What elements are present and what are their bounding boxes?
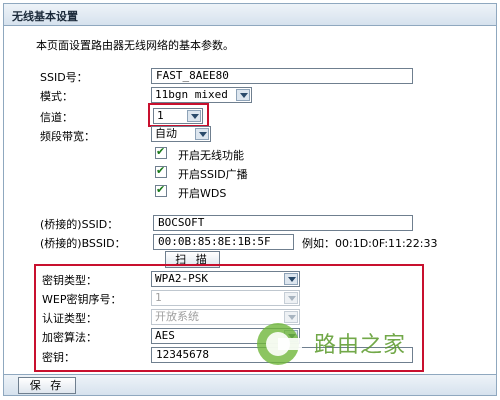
enable-wds-checkbox[interactable]: ✔ xyxy=(155,183,167,197)
mode-select-value: 11bgn mixed xyxy=(155,88,228,101)
key-type-label: 密钥类型： xyxy=(42,274,97,287)
checkmark-icon: ✔ xyxy=(156,164,166,177)
encryption-select-value: AES xyxy=(155,329,175,342)
enable-wds-label: 开启WDS xyxy=(178,187,227,200)
checkmark-icon: ✔ xyxy=(156,145,166,158)
enable-wireless-checkbox[interactable]: ✔ xyxy=(155,145,167,159)
chevron-down-icon xyxy=(284,273,298,285)
router-home-logo xyxy=(257,323,302,365)
enable-ssid-broadcast-label: 开启SSID广播 xyxy=(178,168,248,181)
auth-type-label: 认证类型： xyxy=(42,312,97,325)
key-type-select-value: WPA2-PSK xyxy=(155,272,208,285)
enable-wireless-label: 开启无线功能 xyxy=(178,149,244,162)
watermark-text: 路由之家 xyxy=(314,333,407,358)
wep-index-select-value: 1 xyxy=(155,291,162,304)
mode-label: 模式： xyxy=(40,90,73,103)
panel-title-bar: 无线基本设置 xyxy=(4,4,496,26)
key-type-select[interactable]: WPA2-PSK xyxy=(151,271,300,287)
encryption-label: 加密算法： xyxy=(42,331,97,344)
mode-select[interactable]: 11bgn mixed xyxy=(151,87,252,103)
bridged-bssid-input[interactable]: 00:0B:85:8E:1B:5F xyxy=(153,234,294,250)
auth-type-select-value: 开放系统 xyxy=(155,310,199,323)
bandwidth-label: 频段带宽： xyxy=(40,130,95,143)
save-button[interactable]: 保 存 xyxy=(18,377,76,394)
wep-index-select[interactable]: 1 xyxy=(151,290,300,306)
router-home-watermark: 路由之家 xyxy=(250,318,450,368)
enable-ssid-broadcast-checkbox[interactable]: ✔ xyxy=(155,164,167,178)
chevron-down-icon xyxy=(236,89,250,101)
chevron-down-icon xyxy=(284,292,298,304)
bridged-ssid-input[interactable]: BOCSOFT xyxy=(153,215,413,231)
bandwidth-select[interactable]: 自动 xyxy=(151,126,211,142)
bandwidth-select-value: 自动 xyxy=(155,127,177,140)
channel-highlight-box xyxy=(148,103,209,127)
ssid-input[interactable]: FAST_8AEE80 xyxy=(151,68,413,84)
page-description: 本页面设置路由器无线网络的基本参数。 xyxy=(36,39,234,52)
checkmark-icon: ✔ xyxy=(156,183,166,196)
panel-title: 无线基本设置 xyxy=(12,10,78,23)
key-label: 密钥： xyxy=(42,351,75,364)
bridged-bssid-label: (桥接的)BSSID： xyxy=(40,237,126,250)
bridged-ssid-label: (桥接的)SSID： xyxy=(40,218,119,231)
wep-index-label: WEP密钥序号： xyxy=(42,293,122,306)
ssid-label: SSID号： xyxy=(40,71,88,84)
footer-bar xyxy=(3,374,497,396)
channel-label: 信道： xyxy=(40,111,73,124)
bssid-example-text: 例如：00:1D:0F:11:22:33 xyxy=(302,237,438,250)
chevron-down-icon xyxy=(195,128,209,140)
